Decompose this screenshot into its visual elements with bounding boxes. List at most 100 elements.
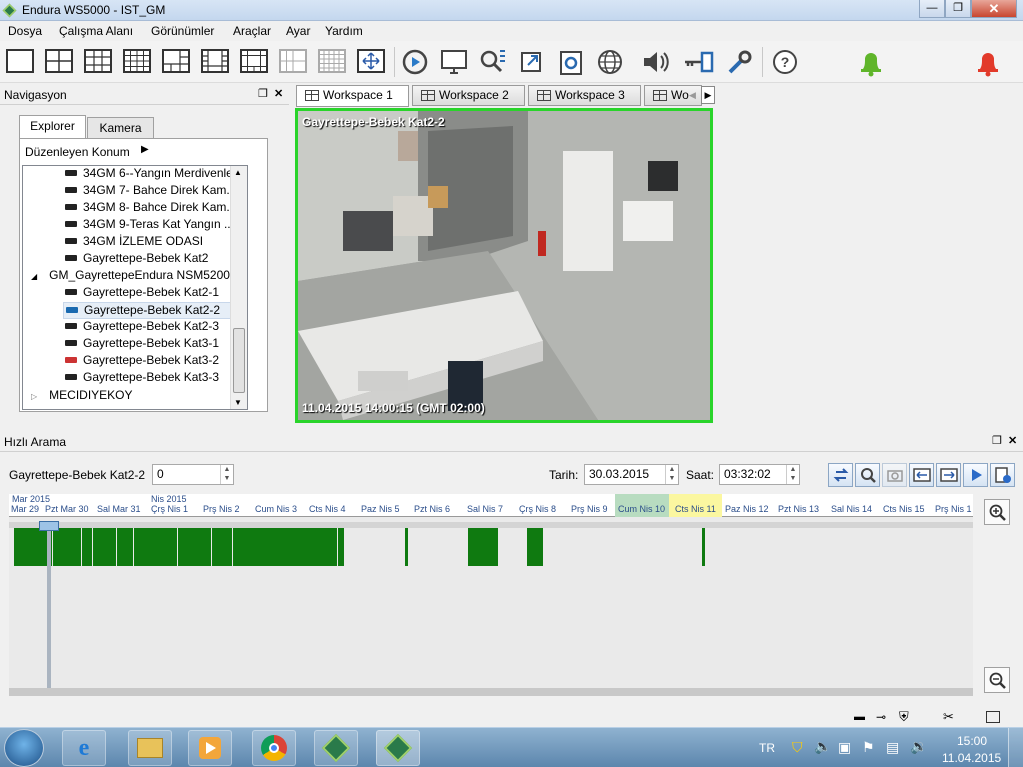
tree-item[interactable]: 34GM 7- Bahce Direk Kam... [65, 183, 236, 200]
date-field[interactable]: 30.03.2015 ▲ ▼ [584, 464, 679, 485]
zoom-in-icon[interactable] [984, 499, 1010, 525]
wrench-icon[interactable] [724, 46, 756, 78]
clock-date[interactable]: 11.04.2015 [942, 751, 1001, 765]
tab-scroll-left-icon[interactable]: ◀ [686, 86, 699, 104]
clock-time[interactable]: 15:00 [957, 734, 987, 748]
tree-scrollbar[interactable]: ▲ ▼ [230, 166, 247, 409]
alarm-bell-green-icon[interactable] [855, 46, 887, 78]
key-login-icon[interactable] [683, 46, 715, 78]
network-icon[interactable]: ▣ [838, 739, 851, 756]
scroll-up-icon[interactable]: ▲ [234, 168, 242, 177]
endura-ws-icon[interactable] [376, 730, 420, 766]
media-player-icon[interactable] [188, 730, 232, 766]
menu-calisma-alani[interactable]: Çalışma Alanı [59, 24, 133, 38]
restore-panel-icon[interactable]: ❐ [992, 434, 1002, 447]
language-indicator[interactable]: TR [759, 741, 775, 755]
play-icon[interactable] [963, 463, 988, 487]
zoom-out-icon[interactable] [984, 667, 1010, 693]
tab-explorer[interactable]: Explorer [19, 115, 86, 139]
security-flag-icon[interactable]: ⛉ [792, 739, 803, 756]
ie-icon[interactable]: e [62, 730, 106, 766]
menu-araclar[interactable]: Araçlar [233, 24, 271, 38]
tab-scroll-right-icon[interactable]: ▶ [701, 86, 715, 104]
layout-1plus12-icon[interactable] [238, 46, 270, 78]
sync-icon[interactable] [828, 463, 853, 487]
monitor-icon[interactable] [438, 46, 470, 78]
minimize-button[interactable]: — [919, 0, 945, 18]
sort-label[interactable]: Düzenleyen Konum [25, 145, 130, 159]
time-field[interactable]: 03:32:02 ▲ ▼ [719, 464, 800, 485]
timeline-hscroll[interactable] [9, 688, 973, 696]
tree-item[interactable]: Gayrettepe-Bebek Kat2 [65, 251, 208, 268]
tree-item[interactable]: 34GM 9-Teras Kat Yangın ... [65, 217, 234, 234]
caret-right-icon[interactable]: ▶ [141, 144, 149, 155]
alarm-bell-red-icon[interactable] [972, 46, 1004, 78]
tree-item[interactable]: 34GM İZLEME ODASI [65, 234, 203, 251]
explorer-folder-icon[interactable] [128, 730, 172, 766]
spinner-icon[interactable]: ▲ ▼ [220, 465, 233, 484]
spinner-icon[interactable]: ▲ ▼ [665, 465, 678, 484]
fullscreen-icon[interactable] [355, 46, 387, 78]
qs-index-field[interactable]: 0 ▲ ▼ [152, 464, 234, 485]
menu-ayar[interactable]: Ayar [286, 24, 310, 38]
tree-item-selected[interactable]: Gayrettepe-Bebek Kat2-2 [63, 302, 243, 319]
playhead-line[interactable] [47, 522, 51, 696]
tree-item[interactable]: Gayrettepe-Bebek Kat2-3 [65, 319, 219, 336]
scroll-down-icon[interactable]: ▼ [234, 398, 242, 407]
video-pane[interactable]: Gayrettepe-Bebek Kat2-2 11.04.2015 14:00… [295, 108, 713, 423]
scroll-thumb[interactable] [233, 328, 245, 393]
tree-group[interactable]: ▷ MECIDIYEKOY [31, 388, 133, 405]
tree-item[interactable]: Gayrettepe-Bebek Kat3-2 [65, 353, 219, 370]
layout-1plus7-icon[interactable] [199, 46, 231, 78]
show-desktop-button[interactable] [1008, 728, 1023, 767]
status-tools-icon[interactable]: ✂ [943, 709, 954, 725]
layout-1x1-icon[interactable] [4, 46, 36, 78]
layout-3x3-icon[interactable] [82, 46, 114, 78]
layout-5x5-disabled-icon[interactable] [316, 46, 348, 78]
close-panel-icon[interactable]: ✕ [1008, 434, 1017, 447]
endura-app-icon[interactable] [314, 730, 358, 766]
export-icon[interactable] [516, 46, 548, 78]
tab-workspace-3[interactable]: Workspace 3 [528, 85, 641, 106]
layout-2x2-icon[interactable] [43, 46, 75, 78]
tree-group[interactable]: ◢ GM_GayrettepeEndura NSM5200... [31, 268, 240, 285]
tree-item[interactable]: 34GM 6--Yangın Merdivenleri [65, 166, 240, 183]
restore-panel-icon[interactable]: ❐ [258, 87, 268, 100]
audio-icon[interactable] [639, 46, 671, 78]
status-camera-icon[interactable]: ▬ [854, 711, 865, 723]
menu-gorunumler[interactable]: Görünümler [151, 24, 214, 38]
step-back-icon[interactable] [909, 463, 934, 487]
tree-item[interactable]: Gayrettepe-Bebek Kat3-3 [65, 370, 219, 387]
settings-clipboard-icon[interactable] [555, 46, 587, 78]
status-popout-icon[interactable] [986, 711, 1000, 723]
expanded-triangle-icon[interactable]: ◢ [31, 272, 37, 281]
menu-yardim[interactable]: Yardım [325, 24, 363, 38]
tree-item[interactable]: Gayrettepe-Bebek Kat3-1 [65, 336, 219, 353]
layout-1plus5-icon[interactable] [160, 46, 192, 78]
status-key-icon[interactable]: ⊸ [876, 710, 886, 724]
chrome-icon[interactable] [252, 730, 296, 766]
search-icon[interactable] [477, 46, 509, 78]
tab-kamera[interactable]: Kamera [87, 117, 154, 139]
tree-item[interactable]: Gayrettepe-Bebek Kat2-1 [65, 285, 219, 302]
action-center-flag-icon[interactable]: ⚑ [862, 739, 875, 756]
playhead-handle[interactable] [39, 521, 59, 531]
tab-workspace-2[interactable]: Workspace 2 [412, 85, 525, 106]
start-button[interactable] [4, 729, 44, 767]
zoom-search-icon[interactable] [855, 463, 880, 487]
tab-workspace-1[interactable]: Workspace 1 [296, 85, 409, 107]
layout-disabled-icon[interactable] [277, 46, 309, 78]
timeline[interactable]: Mar 2015 Nis 2015 Mar 29 Pzt Mar 30 Sal … [9, 494, 973, 696]
volume-icon[interactable]: 🔈 [814, 738, 831, 755]
collapsed-triangle-icon[interactable]: ▷ [31, 392, 37, 401]
playback-icon[interactable] [399, 46, 431, 78]
maximize-button[interactable]: ❐ [945, 0, 971, 18]
snapshot-icon[interactable] [882, 463, 907, 487]
tray-device-icon[interactable]: ▤ [886, 739, 899, 756]
step-forward-icon[interactable] [936, 463, 961, 487]
close-button[interactable]: ✕ [971, 0, 1017, 18]
globe-icon[interactable] [594, 46, 626, 78]
spinner-icon[interactable]: ▲ ▼ [786, 465, 799, 484]
close-panel-icon[interactable]: ✕ [274, 87, 283, 100]
add-export-icon[interactable] [990, 463, 1015, 487]
